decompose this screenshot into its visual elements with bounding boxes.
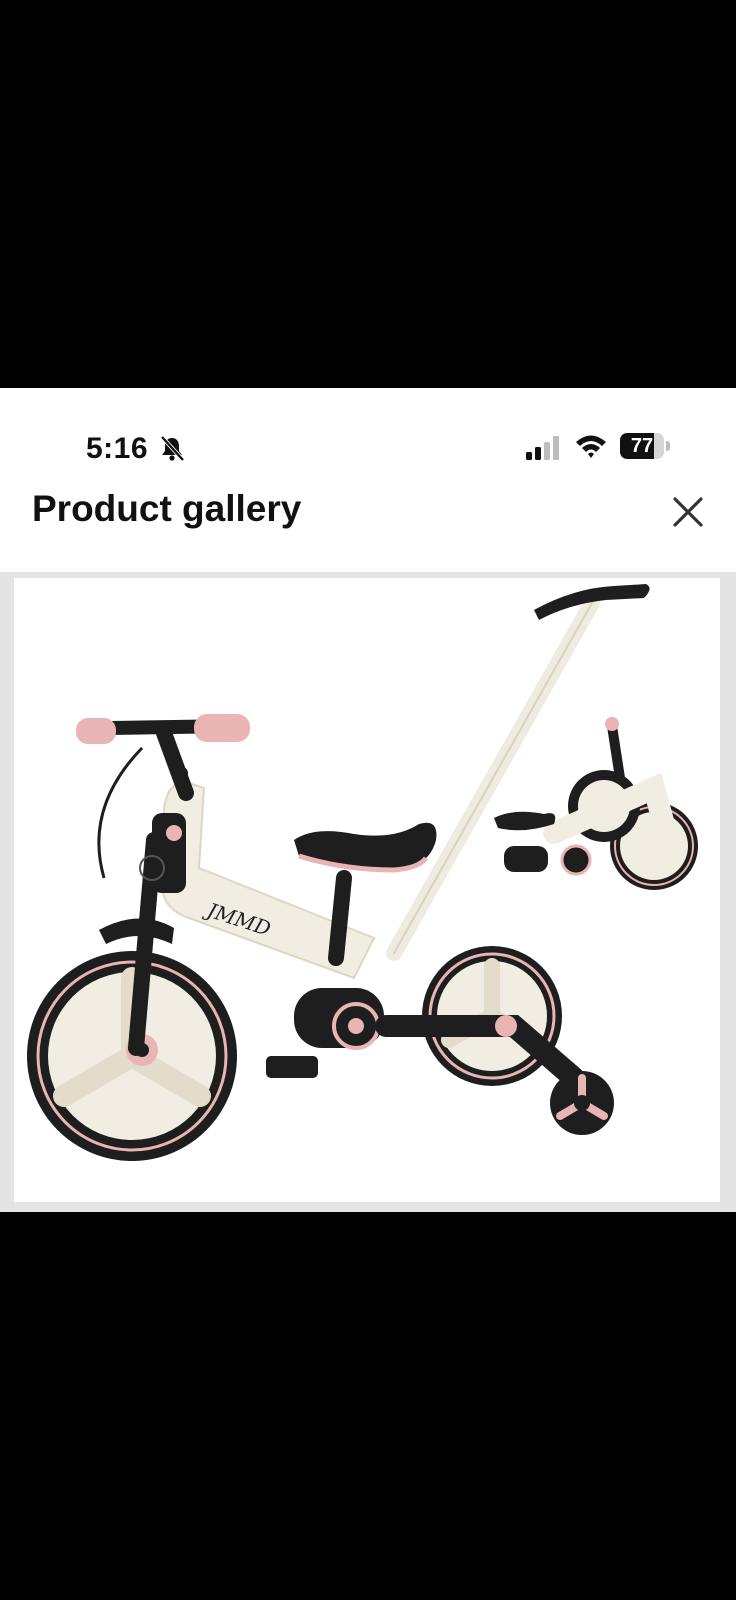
product-image[interactable]: JMMD [14, 578, 720, 1202]
gallery-header: Product gallery [0, 478, 736, 560]
cellular-signal-icon [526, 436, 559, 460]
battery-icon: 77 [620, 433, 670, 459]
battery-level: 77 [630, 435, 654, 457]
battery-body: 77 [620, 433, 664, 459]
battery-tip [666, 441, 670, 451]
bottom-letterbox [0, 1212, 736, 1600]
page-title: Product gallery [32, 488, 302, 529]
wifi-icon [576, 435, 606, 458]
close-icon[interactable] [664, 488, 712, 536]
status-time: 5:16 [86, 432, 149, 465]
bell-slash-icon [160, 435, 185, 462]
front-wheel [27, 951, 237, 1161]
top-letterbox [0, 0, 736, 388]
